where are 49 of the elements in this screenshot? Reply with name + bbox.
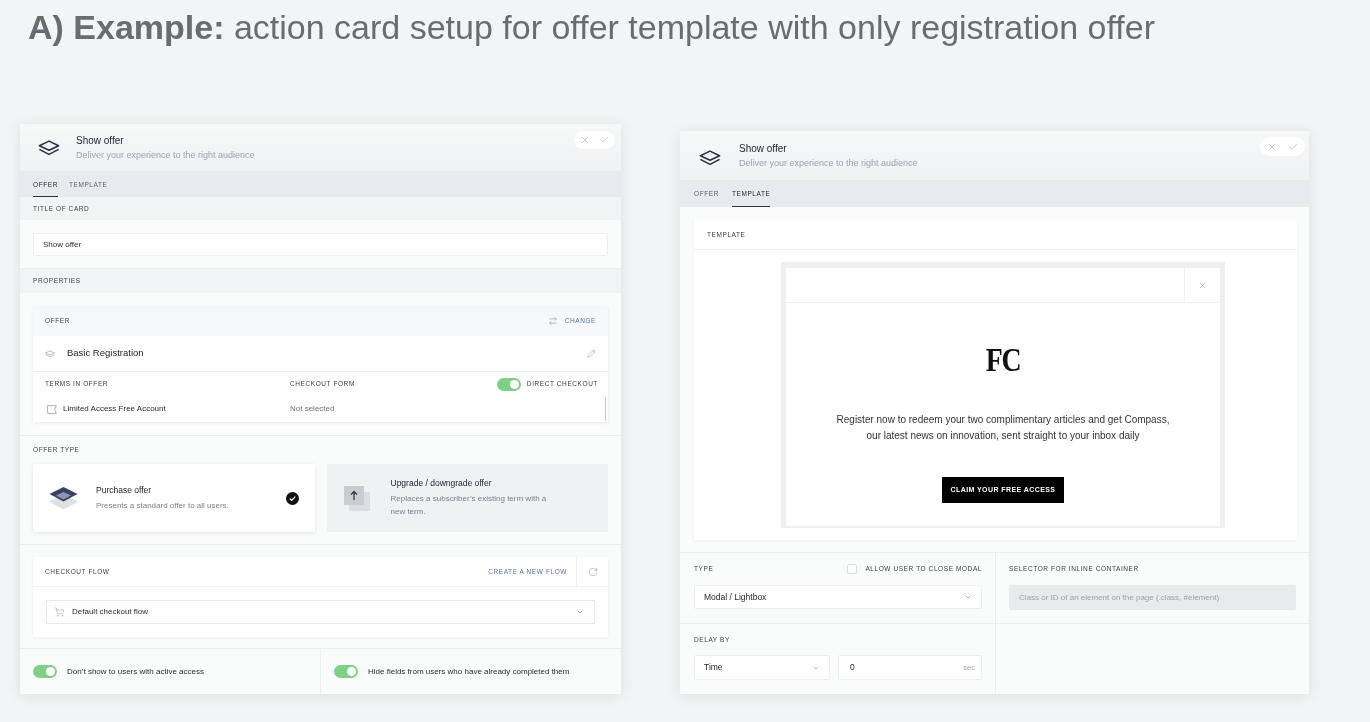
term-name: Limited Access Free Account <box>63 403 167 415</box>
check-icon <box>599 135 609 145</box>
layers-icon <box>699 150 721 166</box>
layers-icon <box>38 140 60 156</box>
offer-type-option[interactable]: Purchase offer Presents a standard offer to all users. <box>33 464 315 532</box>
stacked-layers-icon <box>48 486 79 510</box>
panel-subtitle: Deliver your experience to the right audience <box>739 157 918 169</box>
option-title: Purchase offer <box>96 484 153 496</box>
modal-message: Register now to redeem your two complimentary articles and get Compass, our latest news on innovation, sent straight to your inbox daily <box>836 413 1170 443</box>
refresh-icon[interactable] <box>587 566 598 577</box>
page-heading: A) Example: action card setup for offer template with only registration offer <box>28 7 1156 48</box>
checkout-flow-select[interactable]: Default checkout flow <box>46 600 595 624</box>
selected-check-icon <box>285 491 299 505</box>
toggle-label: Hide fields from users who have already completed them <box>368 665 570 678</box>
panel-subtitle: Deliver your experience to the right audience <box>76 149 255 161</box>
logo: FC <box>985 343 1021 377</box>
close-button[interactable] <box>1267 141 1277 152</box>
scrollbar <box>605 397 606 421</box>
cart-icon <box>54 607 65 617</box>
chevron-down-icon <box>576 608 584 616</box>
confirm-button[interactable] <box>599 135 609 145</box>
toggle-label: Don’t show to users with active access <box>67 665 204 678</box>
chevron-down-icon <box>964 593 972 601</box>
close-button[interactable] <box>580 135 590 145</box>
offer-type-option[interactable]: Upgrade / downgrade offer Replaces a subscriber’s existing term with a new term. <box>326 464 608 532</box>
close-icon <box>1267 141 1277 152</box>
checkbox[interactable] <box>847 564 858 574</box>
toggle-switch[interactable] <box>496 377 521 391</box>
offer-name: Basic Registration <box>67 346 144 361</box>
type-select[interactable]: Modal / Lightbox <box>694 585 982 609</box>
option-description: Presents a standard offer to all users. <box>96 499 230 512</box>
option-title: Upgrade / downgrade offer <box>390 478 493 489</box>
toggle-switch[interactable] <box>33 665 57 678</box>
tag-icon <box>47 404 57 414</box>
toggle-switch[interactable] <box>334 665 358 678</box>
text-field[interactable]: Show offer <box>33 233 608 256</box>
pencil-icon[interactable] <box>587 349 596 358</box>
close-icon[interactable] <box>1198 280 1207 290</box>
check-icon <box>1288 141 1298 152</box>
arrow-up-icon <box>343 485 370 511</box>
close-icon <box>580 135 590 145</box>
delay-mode-select[interactable]: Time <box>694 655 830 680</box>
layers-icon <box>45 349 55 358</box>
option-description: Replaces a subscriber’s existing term with a new term. <box>390 493 548 518</box>
swap-arrows-icon <box>547 316 558 326</box>
panel-title: Show offer <box>76 134 125 147</box>
confirm-button[interactable] <box>1288 141 1298 152</box>
panel-title: Show offer <box>739 142 788 155</box>
checkout-form-value: Not selected <box>290 403 335 415</box>
